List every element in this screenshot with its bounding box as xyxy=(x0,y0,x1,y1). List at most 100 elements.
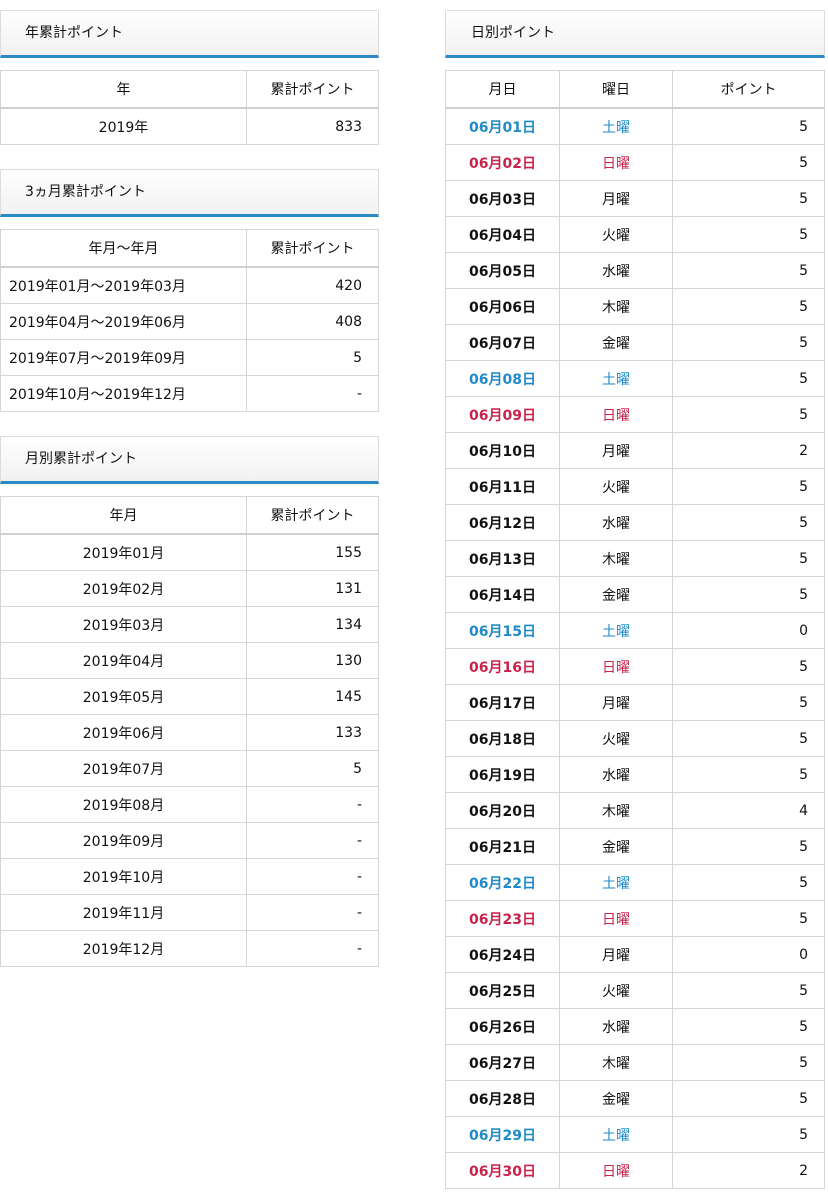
weekday-cell: 火曜 xyxy=(559,720,673,757)
weekday-cell: 火曜 xyxy=(559,972,673,1009)
points-cell: 5 xyxy=(672,216,825,253)
table-row: 06月26日 水曜 5 xyxy=(445,1008,825,1045)
points-cell: 5 xyxy=(672,1116,825,1153)
weekday-cell: 日曜 xyxy=(559,396,673,433)
table-row: 06月29日 土曜 5 xyxy=(445,1116,825,1153)
points-cell: 5 xyxy=(672,252,825,289)
points-cell: - xyxy=(246,822,379,859)
table-row: 06月18日 火曜 5 xyxy=(445,720,825,757)
date-cell: 06月30日 xyxy=(445,1152,560,1189)
points-cell: 5 xyxy=(672,828,825,865)
period-cell: 2019年 xyxy=(0,107,247,145)
weekday-cell: 日曜 xyxy=(559,144,673,181)
points-cell: 133 xyxy=(246,714,379,751)
table-row: 06月10日 月曜 2 xyxy=(445,432,825,469)
weekday-cell: 月曜 xyxy=(559,180,673,217)
period-cell: 2019年07月 xyxy=(0,750,247,787)
weekday-cell: 水曜 xyxy=(559,1008,673,1045)
weekday-cell: 月曜 xyxy=(559,432,673,469)
period-cell: 2019年02月 xyxy=(0,570,247,607)
points-cell: 2 xyxy=(672,1152,825,1189)
table-row: 2019年 833 xyxy=(0,107,379,145)
table-row: 2019年09月 - xyxy=(0,822,379,859)
table-row: 2019年06月 133 xyxy=(0,714,379,751)
table-row: 2019年10月 - xyxy=(0,858,379,895)
points-cell: 5 xyxy=(672,576,825,613)
points-cell: 131 xyxy=(246,570,379,607)
period-cell: 2019年12月 xyxy=(0,930,247,967)
table-header-row: 年月～年月 累計ポイント xyxy=(0,229,379,268)
column-header-points: 累計ポイント xyxy=(246,70,379,109)
table-row: 06月27日 木曜 5 xyxy=(445,1044,825,1081)
weekday-cell: 土曜 xyxy=(559,360,673,397)
table-row: 06月08日 土曜 5 xyxy=(445,360,825,397)
period-cell: 2019年06月 xyxy=(0,714,247,751)
points-cell: 145 xyxy=(246,678,379,715)
table-row: 2019年11月 - xyxy=(0,894,379,931)
quarterly-section-header: 3ヵ月累計ポイント xyxy=(0,169,379,217)
table-row: 06月13日 木曜 5 xyxy=(445,540,825,577)
weekday-cell: 金曜 xyxy=(559,828,673,865)
table-row: 2019年08月 - xyxy=(0,786,379,823)
weekday-cell: 木曜 xyxy=(559,792,673,829)
table-row: 06月05日 水曜 5 xyxy=(445,252,825,289)
period-cell: 2019年04月 xyxy=(0,642,247,679)
date-cell: 06月18日 xyxy=(445,720,560,757)
table-row: 06月22日 土曜 5 xyxy=(445,864,825,901)
table-row: 06月15日 土曜 0 xyxy=(445,612,825,649)
points-cell: - xyxy=(246,930,379,967)
date-cell: 06月20日 xyxy=(445,792,560,829)
weekday-cell: 土曜 xyxy=(559,612,673,649)
table-row: 06月09日 日曜 5 xyxy=(445,396,825,433)
points-cell: - xyxy=(246,858,379,895)
points-cell: 5 xyxy=(672,1044,825,1081)
monthly-points-table: 年月 累計ポイント 2019年01月 155 2019年02月 131 2019年03月… xyxy=(0,496,379,967)
table-row: 06月30日 日曜 2 xyxy=(445,1152,825,1189)
points-cell: 5 xyxy=(246,339,379,376)
column-header-weekday: 曜日 xyxy=(559,70,673,109)
points-cell: 5 xyxy=(672,1080,825,1117)
table-row: 2019年04月～2019年06月 408 xyxy=(0,303,379,340)
period-cell: 2019年01月 xyxy=(0,533,247,571)
weekday-cell: 木曜 xyxy=(559,288,673,325)
points-cell: 5 xyxy=(672,324,825,361)
points-cell: 5 xyxy=(672,1008,825,1045)
points-cell: 130 xyxy=(246,642,379,679)
date-cell: 06月02日 xyxy=(445,144,560,181)
period-cell: 2019年04月～2019年06月 xyxy=(0,303,247,340)
table-row: 06月11日 火曜 5 xyxy=(445,468,825,505)
points-cell: 5 xyxy=(672,468,825,505)
date-cell: 06月07日 xyxy=(445,324,560,361)
table-header-row: 年 累計ポイント xyxy=(0,70,379,109)
date-cell: 06月06日 xyxy=(445,288,560,325)
column-header-points: 累計ポイント xyxy=(246,229,379,268)
points-cell: 5 xyxy=(672,900,825,937)
period-cell: 2019年07月～2019年09月 xyxy=(0,339,247,376)
points-cell: - xyxy=(246,894,379,931)
points-cell: - xyxy=(246,786,379,823)
date-cell: 06月10日 xyxy=(445,432,560,469)
points-cell: 408 xyxy=(246,303,379,340)
table-row: 06月25日 火曜 5 xyxy=(445,972,825,1009)
weekday-cell: 土曜 xyxy=(559,1116,673,1153)
date-cell: 06月24日 xyxy=(445,936,560,973)
period-cell: 2019年10月～2019年12月 xyxy=(0,375,247,412)
weekday-cell: 日曜 xyxy=(559,900,673,937)
table-row: 06月20日 木曜 4 xyxy=(445,792,825,829)
points-cell: 155 xyxy=(246,533,379,571)
weekday-cell: 水曜 xyxy=(559,504,673,541)
date-cell: 06月03日 xyxy=(445,180,560,217)
date-cell: 06月28日 xyxy=(445,1080,560,1117)
points-cell: 5 xyxy=(672,684,825,721)
table-row: 06月07日 金曜 5 xyxy=(445,324,825,361)
daily-points-table: 月日 曜日 ポイント 06月01日 土曜 5 06月02日 日曜 5 06月03日 月曜 5 06… xyxy=(445,70,825,1189)
weekday-cell: 金曜 xyxy=(559,576,673,613)
table-row: 06月17日 月曜 5 xyxy=(445,684,825,721)
weekday-cell: 火曜 xyxy=(559,468,673,505)
column-header-year: 年 xyxy=(0,70,247,109)
table-row: 06月04日 火曜 5 xyxy=(445,216,825,253)
period-cell: 2019年10月 xyxy=(0,858,247,895)
table-row: 06月28日 金曜 5 xyxy=(445,1080,825,1117)
column-header-date: 月日 xyxy=(445,70,560,109)
date-cell: 06月05日 xyxy=(445,252,560,289)
